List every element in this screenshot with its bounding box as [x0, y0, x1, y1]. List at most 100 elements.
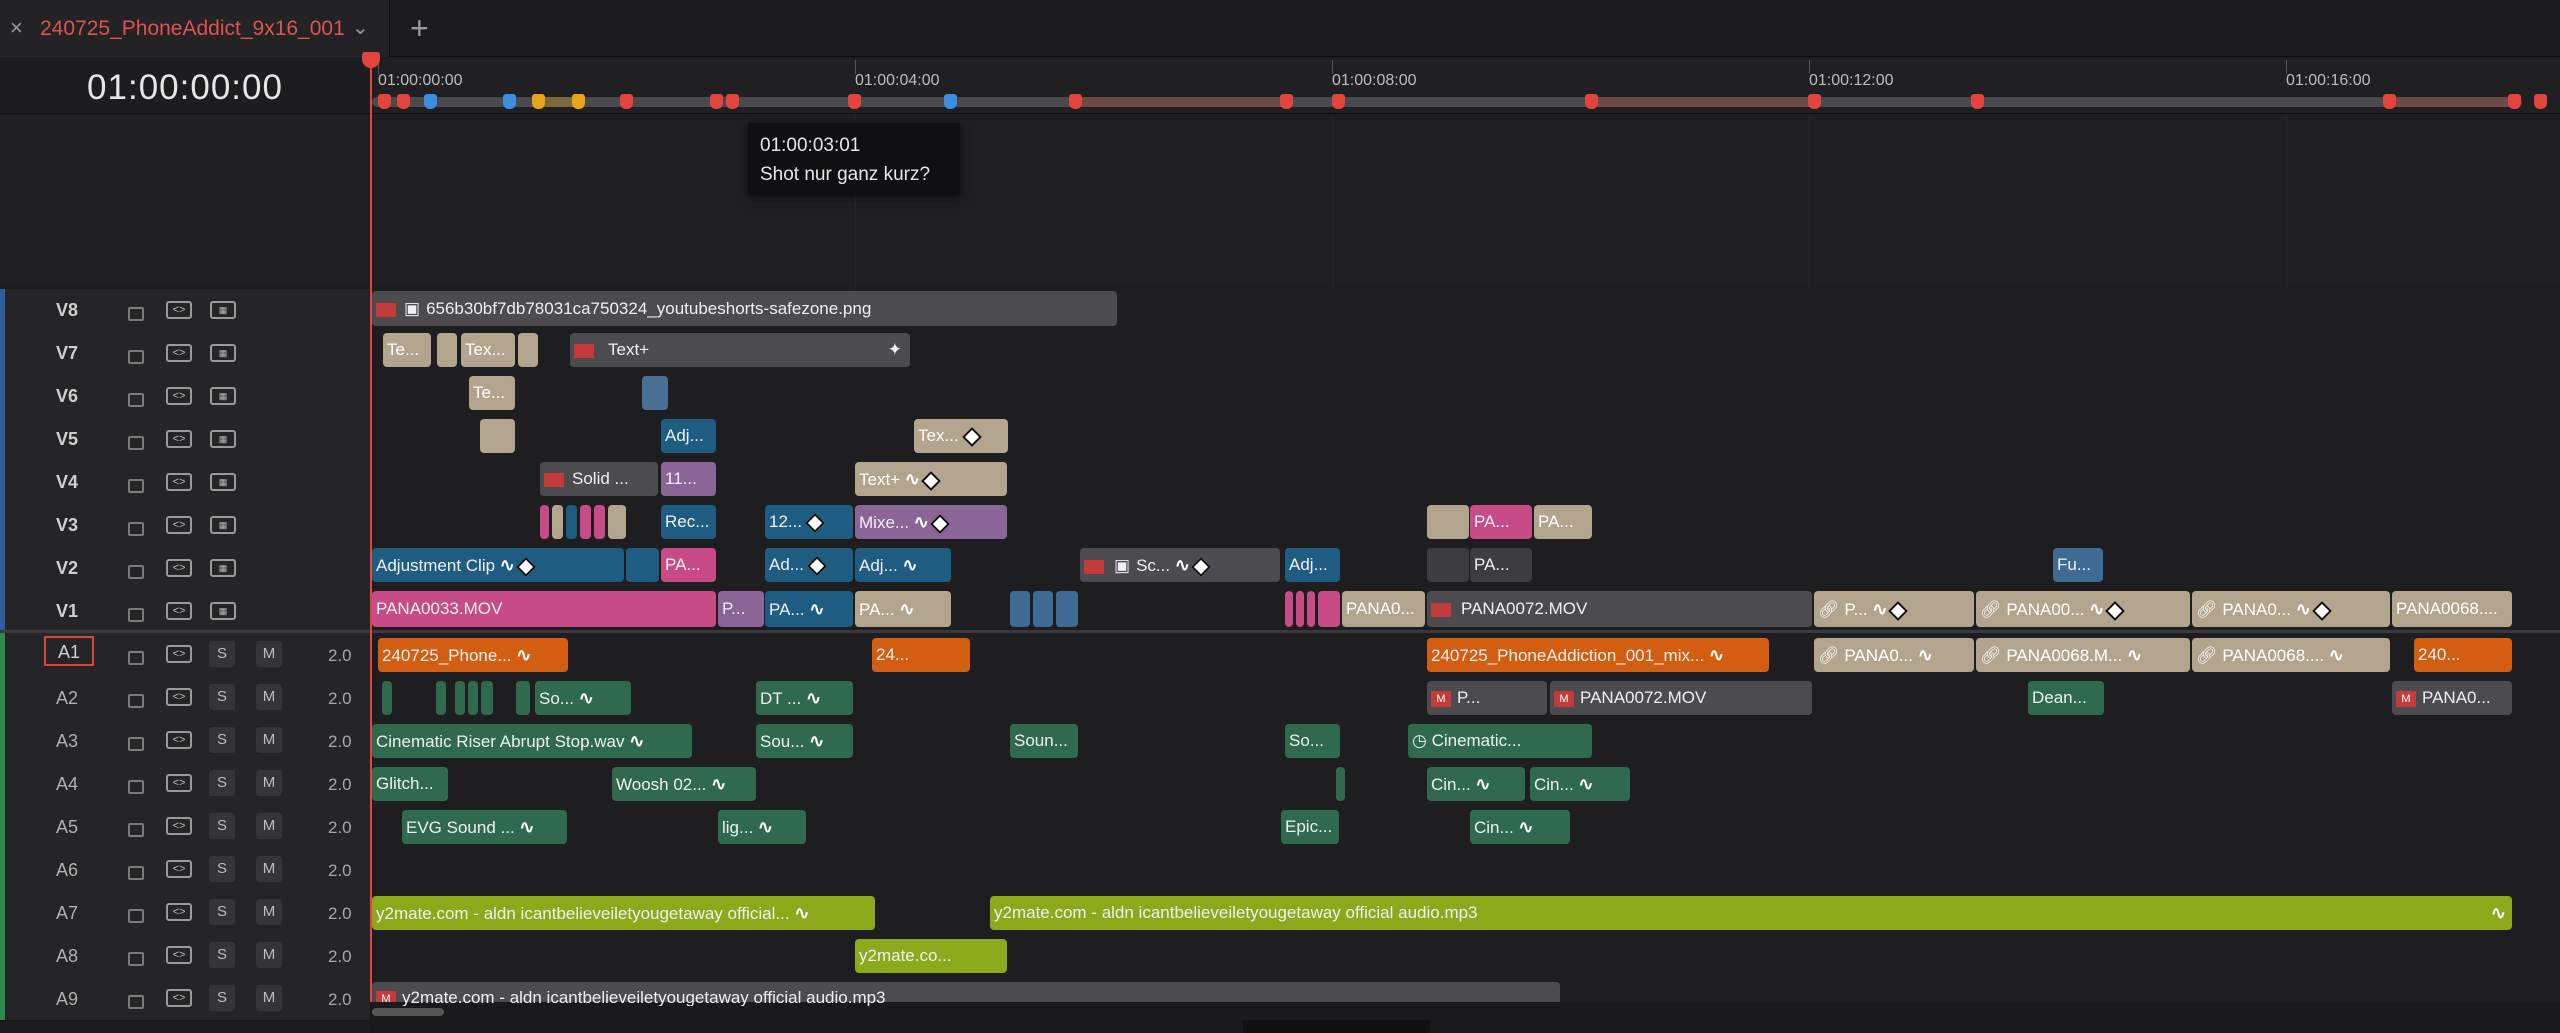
clip-a2-strip[interactable]	[516, 681, 530, 715]
clip-v1-pana0[interactable]: PANA0...	[1342, 591, 1425, 627]
audio-track-header[interactable]: A2 <> S M 2.0	[0, 676, 370, 720]
clip-v2-ad[interactable]: Ad...	[765, 548, 853, 582]
video-audio-divider[interactable]	[0, 630, 2560, 633]
auto-select-icon[interactable]: <>	[166, 688, 192, 706]
clip-a4-cin2[interactable]: Cin... ∿	[1530, 767, 1630, 801]
audio-lane[interactable]	[370, 934, 2560, 978]
mute-button[interactable]: M	[256, 985, 282, 1011]
track-volume[interactable]: 2.0	[328, 732, 352, 752]
audio-track-header[interactable]: A7 <> S M 2.0	[0, 891, 370, 935]
clip-a3-sou[interactable]: Sou... ∿	[756, 724, 853, 758]
auto-select-icon[interactable]: <>	[166, 559, 192, 577]
lock-icon[interactable]	[128, 995, 144, 1009]
clip-v5-small[interactable]	[480, 419, 515, 453]
clip-a2-strip[interactable]	[481, 681, 493, 715]
clip-v1-pana0068[interactable]: PANA0068....	[2392, 591, 2512, 627]
track-volume[interactable]: 2.0	[328, 646, 352, 666]
chevron-down-icon[interactable]: ⌄	[352, 15, 369, 40]
clip-v7-textplus[interactable]: Text+ ✦	[570, 333, 910, 367]
clip-v7-small[interactable]	[518, 333, 538, 367]
clip-v1-strip[interactable]	[1285, 591, 1293, 627]
mute-button[interactable]: M	[256, 727, 282, 753]
video-track-header[interactable]: V5 <> ▦	[0, 418, 370, 462]
clip-v1-pa2[interactable]: PA... ∿	[855, 591, 951, 627]
film-icon[interactable]: ▦	[210, 344, 236, 362]
video-track-header[interactable]: V8 <> ▦	[0, 289, 370, 333]
clip-v2-adj[interactable]: Adj... ∿	[855, 548, 951, 582]
marker-blue[interactable]	[944, 94, 957, 109]
auto-select-icon[interactable]: <>	[166, 344, 192, 362]
clip-v7-small[interactable]	[437, 333, 457, 367]
horizontal-scrollbar[interactable]	[370, 1002, 2560, 1033]
marker-red[interactable]	[848, 94, 861, 109]
lock-icon[interactable]	[128, 823, 144, 837]
solo-button[interactable]: S	[209, 770, 235, 796]
auto-select-icon[interactable]: <>	[166, 860, 192, 878]
film-icon[interactable]: ▦	[210, 516, 236, 534]
clip-v3-pa1[interactable]: PA...	[1470, 505, 1532, 539]
film-icon[interactable]: ▦	[210, 602, 236, 620]
clip-v1-p3[interactable]: 🔗︎ P... ∿	[1814, 591, 1974, 627]
solo-button[interactable]: S	[209, 985, 235, 1011]
clip-v3-rec[interactable]: Rec...	[661, 505, 716, 539]
track-volume[interactable]: 2.0	[328, 689, 352, 709]
clip-v1-strip[interactable]	[1318, 591, 1340, 627]
lock-icon[interactable]	[128, 866, 144, 880]
lock-icon[interactable]	[128, 608, 144, 622]
video-lane[interactable]	[370, 375, 2560, 419]
mute-button[interactable]: M	[256, 684, 282, 710]
clip-v3-pa2[interactable]: PA...	[1534, 505, 1592, 539]
lock-icon[interactable]	[128, 479, 144, 493]
clip-v1-p[interactable]: P...	[718, 591, 764, 627]
clip-a3-so[interactable]: So...	[1285, 724, 1340, 758]
track-volume[interactable]: 2.0	[328, 947, 352, 967]
clip-a3-cinematic[interactable]: ◷ Cinematic...	[1408, 724, 1592, 758]
clip-a5-cin[interactable]: Cin... ∿	[1470, 810, 1570, 844]
timecode-display[interactable]: 01:00:00:00	[0, 68, 370, 108]
audio-track-header[interactable]: A4 <> S M 2.0	[0, 762, 370, 806]
video-track-header[interactable]: V1 <> ▦	[0, 590, 370, 634]
clip-a4-cin1[interactable]: Cin... ∿	[1427, 767, 1525, 801]
clip-a7-y2mate-b[interactable]: y2mate.com - aldn icantbelieveiletyouget…	[990, 896, 2512, 930]
clip-a2-so[interactable]: So... ∿	[535, 681, 631, 715]
audio-track-header[interactable]: A5 <> S M 2.0	[0, 805, 370, 849]
clip-a3-soun[interactable]: Soun...	[1010, 724, 1078, 758]
audio-track-header[interactable]: A3 <> S M 2.0	[0, 719, 370, 763]
auto-select-icon[interactable]: <>	[166, 731, 192, 749]
clip-v3-strip[interactable]	[580, 505, 591, 539]
mute-button[interactable]: M	[256, 899, 282, 925]
clip-a4-strip[interactable]	[1336, 767, 1345, 801]
scrollbar-thumb[interactable]	[372, 1008, 444, 1016]
solo-button[interactable]: S	[209, 727, 235, 753]
solo-button[interactable]: S	[209, 813, 235, 839]
marker-red[interactable]	[1585, 94, 1598, 109]
film-icon[interactable]: ▦	[210, 559, 236, 577]
auto-select-icon[interactable]: <>	[166, 774, 192, 792]
clip-v6-small[interactable]	[642, 376, 668, 410]
track-volume[interactable]: 2.0	[328, 904, 352, 924]
clip-v1-pana0033[interactable]: PANA0033.MOV	[372, 591, 716, 627]
clip-v7-te[interactable]: Te...	[383, 333, 431, 367]
audio-lane[interactable]	[370, 805, 2560, 849]
clip-a1-24[interactable]: 24...	[872, 638, 970, 672]
timeline-tab-title[interactable]: 240725_PhoneAddict_9x16_001	[40, 17, 345, 41]
clip-v4-solid[interactable]: Solid ...	[540, 462, 658, 496]
clip-v3-strip[interactable]	[594, 505, 605, 539]
clip-v6-te[interactable]: Te...	[469, 376, 515, 410]
clip-v1-small[interactable]	[1033, 591, 1053, 627]
auto-select-icon[interactable]: <>	[166, 602, 192, 620]
solo-button[interactable]: S	[209, 899, 235, 925]
clip-v2-sc[interactable]: ▣ Sc... ∿	[1080, 548, 1280, 582]
clip-a1-phone[interactable]: 240725_Phone... ∿	[378, 638, 568, 672]
lock-icon[interactable]	[128, 780, 144, 794]
clip-v1-pa[interactable]: PA... ∿	[765, 591, 853, 627]
clip-v7-tex[interactable]: Tex...	[461, 333, 515, 367]
clip-a4-glitch[interactable]: Glitch...	[372, 767, 448, 801]
auto-select-icon[interactable]: <>	[166, 430, 192, 448]
auto-select-icon[interactable]: <>	[166, 473, 192, 491]
clip-v1-pana0072[interactable]: PANA0072.MOV	[1427, 591, 1812, 627]
video-track-header[interactable]: V6 <> ▦	[0, 375, 370, 419]
clip-v3-strip[interactable]	[608, 505, 626, 539]
playhead[interactable]	[370, 58, 372, 1033]
lock-icon[interactable]	[128, 651, 144, 665]
